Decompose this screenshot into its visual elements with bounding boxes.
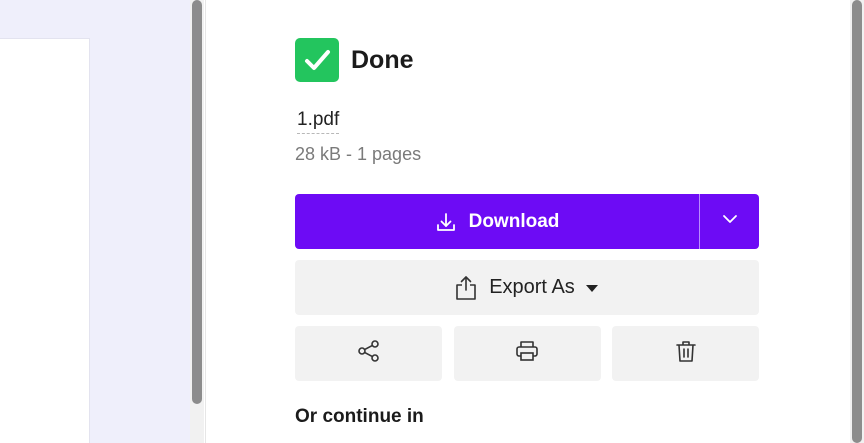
file-name[interactable]: 1.pdf [297,108,340,134]
download-icon [435,211,457,233]
file-meta: 28 kB - 1 pages [295,144,422,164]
share-button[interactable] [295,326,442,381]
chevron-down-icon [721,210,739,233]
export-as-label: Export As [489,276,575,298]
print-icon [515,339,539,368]
continue-in-heading: Or continue in [295,406,424,427]
export-icon [455,275,477,301]
download-group: Download [295,194,759,249]
status-header: Done [295,38,414,82]
result-panel: Done 1.pdf 28 kB - 1 pages Download Expo… [206,0,850,443]
share-icon [357,339,381,368]
panel-scrollbar[interactable] [850,0,864,443]
caret-down-icon [585,283,599,293]
download-options-button[interactable] [700,194,759,249]
delete-button[interactable] [612,326,759,381]
document-preview[interactable] [0,38,90,443]
download-button[interactable]: Download [295,194,699,249]
secondary-actions [295,326,759,381]
preview-scrollbar[interactable] [190,0,204,443]
panel-scrollbar-thumb[interactable] [852,0,862,443]
download-label: Download [468,210,560,232]
preview-pane [0,0,190,443]
export-as-button[interactable]: Export As [295,260,759,315]
check-icon [295,38,339,82]
print-button[interactable] [453,326,601,381]
trash-icon [674,339,698,368]
status-title: Done [351,45,414,74]
preview-scrollbar-thumb[interactable] [192,0,202,404]
